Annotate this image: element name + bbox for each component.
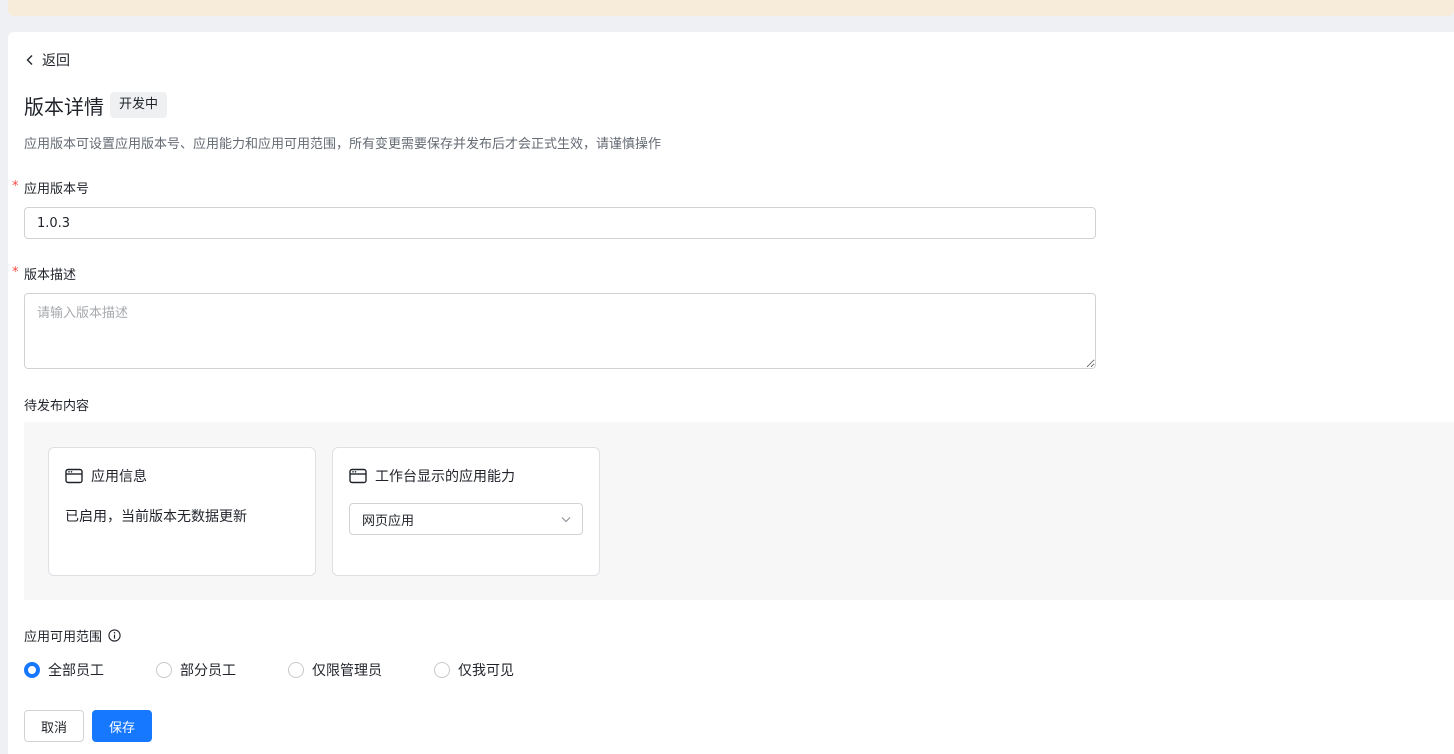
radio-label: 全部员工	[48, 663, 104, 679]
description-textarea[interactable]	[24, 293, 1096, 369]
radio-label: 仅限管理员	[312, 663, 382, 679]
save-button[interactable]: 保存	[92, 710, 152, 742]
version-input[interactable]	[24, 207, 1096, 239]
version-label-wrap: * 应用版本号	[12, 178, 90, 197]
title-row: 版本详情 开发中	[24, 90, 168, 120]
radio-only-me[interactable]: 仅我可见	[434, 660, 514, 680]
capability-card: 工作台显示的应用能力 网页应用	[332, 447, 600, 576]
capability-title: 工作台显示的应用能力	[375, 469, 515, 485]
version-detail-card: 返回 版本详情 开发中 应用版本可设置应用版本号、应用能力和应用可用范围，所有变…	[8, 32, 1454, 754]
app-info-card-header: 应用信息	[65, 466, 147, 486]
page-title: 版本详情	[24, 94, 104, 119]
capability-select[interactable]: 网页应用	[349, 503, 583, 535]
radio-admins-only[interactable]: 仅限管理员	[288, 660, 382, 680]
radio-some-staff[interactable]: 部分员工	[156, 660, 236, 680]
pending-label: 待发布内容	[24, 399, 90, 414]
window-icon	[349, 468, 367, 484]
notice-bar	[8, 0, 1454, 16]
radio-button[interactable]	[288, 662, 304, 678]
version-label: 应用版本号	[24, 182, 90, 197]
capability-card-header: 工作台显示的应用能力	[349, 466, 515, 486]
required-mark: *	[12, 265, 19, 280]
scope-label-wrap: 应用可用范围	[24, 626, 121, 645]
window-icon	[65, 468, 83, 484]
description-label: 版本描述	[24, 268, 77, 283]
required-mark: *	[12, 179, 19, 194]
chevron-left-icon	[26, 55, 33, 65]
app-info-title: 应用信息	[91, 469, 147, 485]
app-info-body: 已启用，当前版本无数据更新	[65, 509, 247, 525]
radio-label: 仅我可见	[458, 663, 514, 679]
description-label-wrap: * 版本描述	[12, 264, 77, 283]
radio-all-staff[interactable]: 全部员工	[24, 660, 104, 680]
radio-button[interactable]	[434, 662, 450, 678]
status-badge: 开发中	[110, 92, 168, 118]
pending-content-area: 应用信息 已启用，当前版本无数据更新 工作台显示的应用能力 网页应用	[24, 422, 1454, 600]
radio-button[interactable]	[156, 662, 172, 678]
chevron-down-icon	[561, 517, 571, 523]
back-button[interactable]: 返回	[24, 50, 70, 70]
radio-button-selected[interactable]	[24, 662, 40, 678]
page-description: 应用版本可设置应用版本号、应用能力和应用可用范围，所有变更需要保存并发布后才会正…	[24, 137, 662, 152]
info-icon[interactable]	[108, 629, 121, 642]
back-label: 返回	[42, 53, 70, 69]
capability-select-value: 网页应用	[362, 513, 415, 529]
scope-label: 应用可用范围	[24, 630, 103, 645]
app-info-card: 应用信息 已启用，当前版本无数据更新	[48, 447, 316, 576]
cancel-button[interactable]: 取消	[24, 710, 84, 742]
radio-label: 部分员工	[180, 663, 236, 679]
